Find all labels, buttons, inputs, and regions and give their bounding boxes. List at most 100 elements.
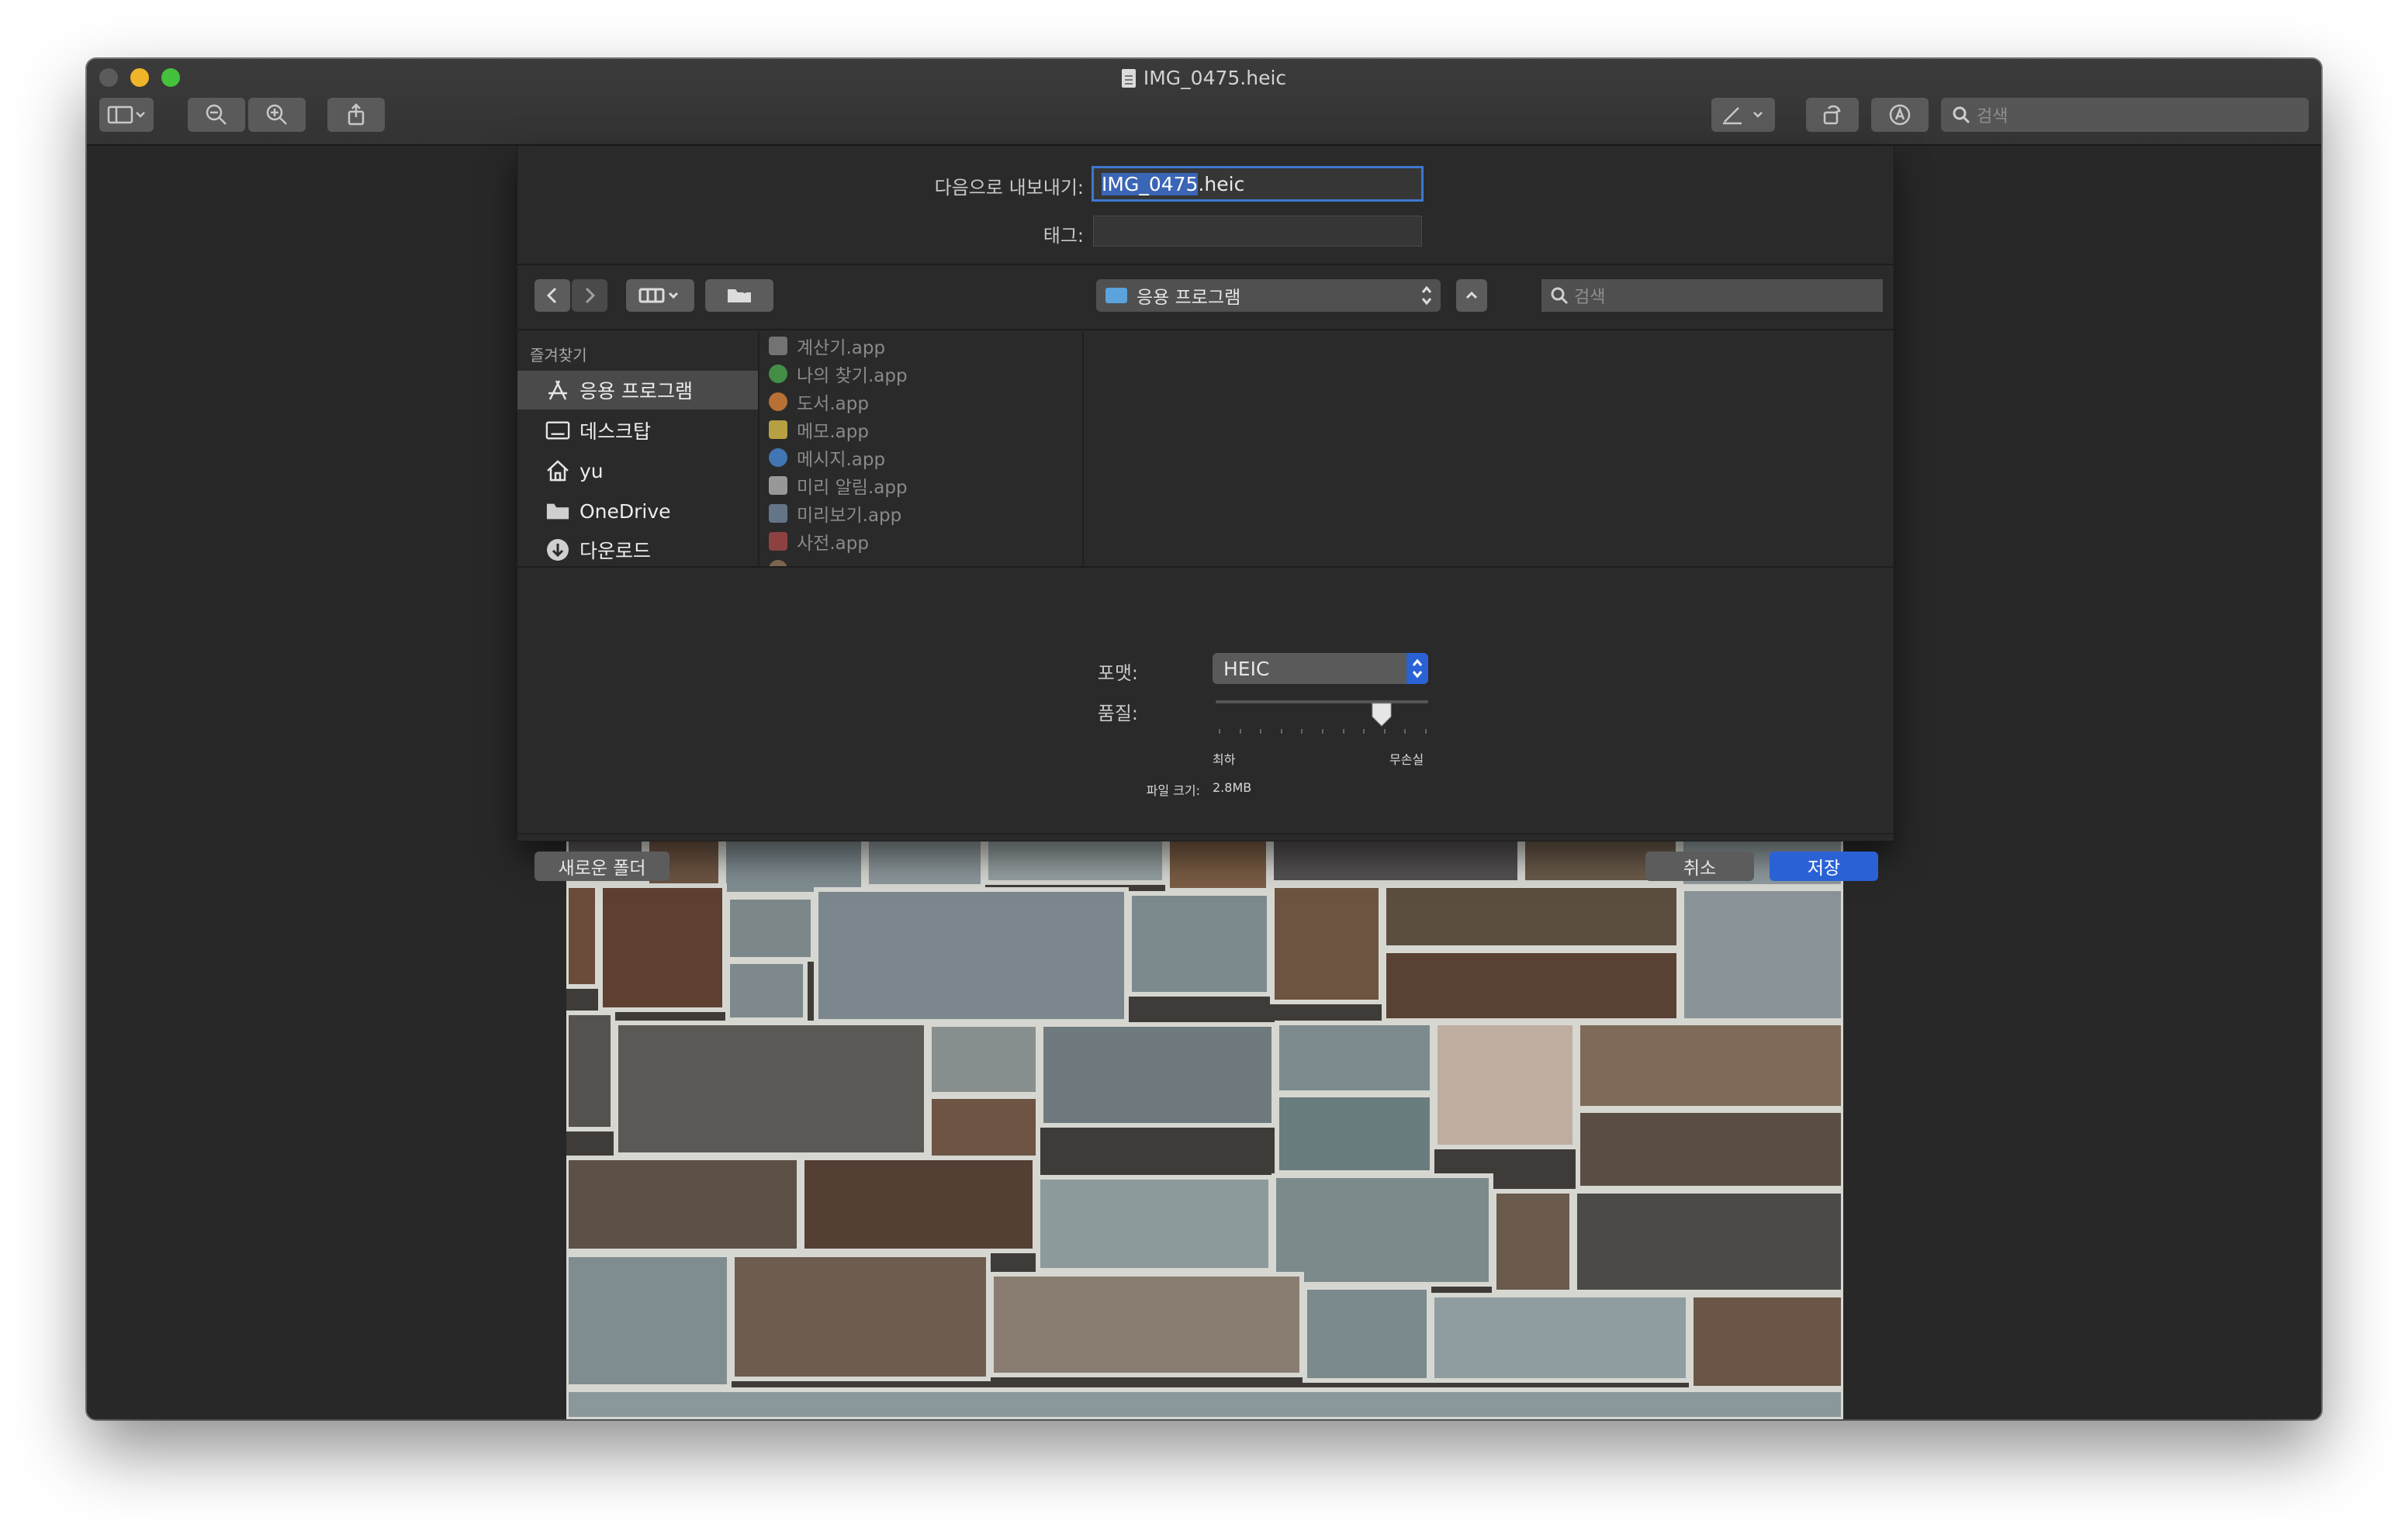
format-popup[interactable]: HEIC [1213,653,1428,684]
sidebar-item-onedrive[interactable]: OneDrive [517,492,758,530]
sidebar-item-label: OneDrive [580,499,671,523]
preview-window: IMG_0475.heic 검색 다음으로 내보내기: IMG_0475 .he… [87,59,2321,1419]
file-name: 메모.app [797,422,869,442]
annotate-icon [1889,104,1911,126]
file-name: 메시지.app [797,450,886,470]
app-icon [769,560,787,566]
zoom-out-icon [206,104,227,125]
toolbar-search-field[interactable]: 검색 [1941,98,2309,132]
tags-label: 태그: [1043,225,1084,247]
dialog-search-placeholder: 검색 [1574,288,1606,307]
slider-tick [1260,729,1262,734]
sidebar-item-applications[interactable]: 응용 프로그램 [517,371,758,409]
quality-slider-thumb[interactable] [1370,701,1393,727]
search-icon [1551,287,1569,305]
zoom-in-button[interactable] [248,98,306,132]
chevron-right-icon [585,287,596,304]
document-icon [1121,69,1136,88]
cancel-button[interactable]: 취소 [1645,852,1754,881]
header-separator [517,264,1894,265]
file-item[interactable]: 도서.app [769,388,869,416]
slider-tick [1404,729,1406,734]
slider-tick [1301,729,1303,734]
popup-arrows-icon [1420,284,1433,312]
sidebar-item-label: 다운로드 [580,540,652,562]
sidebar-icon [107,105,145,124]
expand-dialog-button[interactable] [1456,279,1487,312]
filename-extension-text: .heic [1198,172,1245,195]
quality-min-label: 최하 [1213,752,1236,767]
sidebar-item-home[interactable]: yu [517,451,758,490]
messages-app-icon [769,448,787,467]
applications-folder-icon [1105,288,1127,303]
popup-arrows-icon [1406,653,1428,684]
folder-icon [545,499,570,523]
quality-slider-track [1216,700,1428,703]
file-item[interactable]: 메모.app [769,416,869,444]
footer-separator [517,833,1894,834]
preview-app-icon [769,504,787,523]
file-item[interactable]: 계산기.app [769,332,885,360]
location-popup[interactable]: 응용 프로그램 [1096,279,1441,312]
dialog-search-field[interactable]: 검색 [1541,279,1883,312]
file-item[interactable]: 메시지.app [769,444,885,472]
new-folder-icon-button[interactable] [705,279,773,312]
file-item[interactable]: 미리 알림.app [769,472,908,499]
filename-selected-text: IMG_0475 [1102,172,1199,195]
markup-button[interactable] [1711,98,1775,132]
sidebar-item-desktop[interactable]: 데스크탑 [517,411,758,450]
back-button[interactable] [535,279,570,312]
filesize-label: 파일 크기: [1146,783,1200,798]
books-app-icon [769,392,787,411]
slider-tick [1342,729,1344,734]
slider-tick [1425,729,1427,734]
window-title-text: IMG_0475.heic [1143,67,1287,89]
sidebar-item-label: 응용 프로그램 [580,380,693,403]
browser-bottom-separator [517,566,1894,568]
slider-tick [1383,729,1386,734]
favorites-sidebar: 즐겨찾기 응용 프로그램 데스크탑 yu OneDrive 다운로드 [517,332,758,566]
calculator-app-icon [769,337,787,355]
file-item-partial[interactable] [769,555,797,566]
reminders-app-icon [769,476,787,495]
file-list-column: 계산기.app 나의 찾기.app 도서.app 메모.app 메시지.app … [758,332,1084,566]
file-item[interactable]: 미리보기.app [769,499,901,527]
annotate-button[interactable] [1871,98,1929,132]
file-item[interactable]: 사전.app [769,527,869,555]
slider-tick [1219,729,1220,734]
folder-plus-icon [728,287,751,302]
export-filename-field[interactable]: IMG_0475 .heic [1092,166,1424,202]
zoom-out-button[interactable] [188,98,245,132]
chevron-up-icon [1465,291,1478,299]
location-label: 응용 프로그램 [1137,288,1241,308]
format-value: HEIC [1223,657,1270,680]
file-name: 도서.app [797,394,869,414]
new-folder-button[interactable]: 새로운 폴더 [535,852,669,881]
tags-field[interactable] [1093,216,1422,247]
home-icon [545,458,570,483]
toolbar-search-placeholder: 검색 [1977,107,2008,126]
title-bar: IMG_0475.heic 검색 [87,59,2321,146]
find-my-app-icon [769,364,787,383]
share-button[interactable] [327,98,385,132]
columns-view-icon [638,288,679,303]
file-name: 사전.app [797,534,869,554]
file-item[interactable]: 나의 찾기.app [769,360,908,388]
forward-button[interactable] [572,279,607,312]
save-button[interactable]: 저장 [1770,852,1878,881]
sidebar-toggle-button[interactable] [99,98,154,132]
notes-app-icon [769,420,787,439]
view-mode-button[interactable] [626,279,694,312]
file-name: 미리 알림.app [797,478,908,498]
slider-tick [1363,729,1365,734]
slider-tick [1280,729,1282,734]
slider-tick [1322,729,1323,734]
chevron-left-icon [546,287,557,304]
sidebar-item-label: 데스크탑 [580,420,652,443]
zoom-in-icon [266,104,287,125]
file-name: 나의 찾기.app [797,366,908,386]
rotate-button[interactable] [1806,98,1859,132]
sidebar-item-downloads[interactable]: 다운로드 [517,530,758,569]
browser-top-separator [517,329,1894,330]
favorites-header: 즐겨찾기 [530,346,587,364]
